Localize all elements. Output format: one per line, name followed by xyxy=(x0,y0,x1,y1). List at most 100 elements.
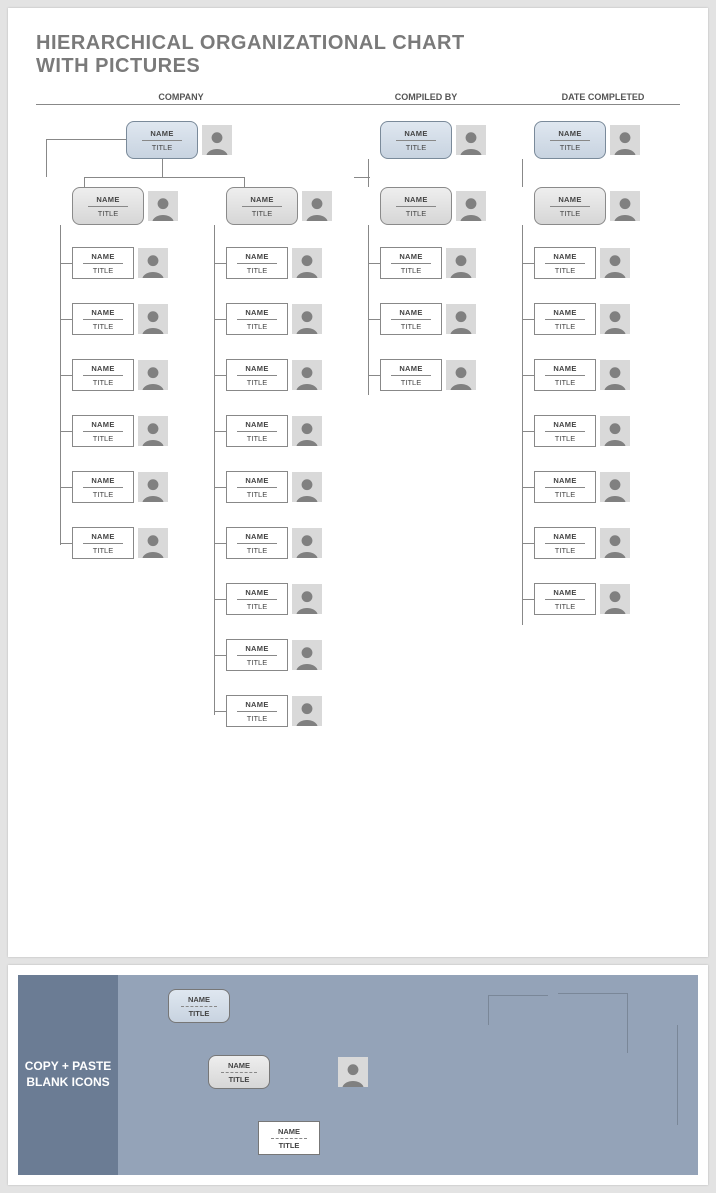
palette-connector[interactable] xyxy=(638,1025,678,1125)
name-label: NAME xyxy=(553,364,576,373)
header-company: COMPANY xyxy=(36,92,326,102)
org-card: NAMETITLE xyxy=(226,639,288,671)
org-card: NAME TITLE xyxy=(226,583,288,615)
org-leaf-node[interactable]: NAMETITLE xyxy=(226,639,322,671)
copy-paste-panel: COPY + PASTE BLANK ICONS NAMETITLE NAMET… xyxy=(18,975,698,1175)
header-date-completed: DATE COMPLETED xyxy=(526,92,680,102)
name-label: NAME xyxy=(553,532,576,541)
org-leaf-node[interactable]: NAME TITLE xyxy=(226,583,322,615)
name-label: NAME xyxy=(91,308,114,317)
title-label: TITLE xyxy=(555,322,575,331)
org-dept-node[interactable]: NAMETITLE xyxy=(72,187,178,225)
title-line-1: HIERARCHICAL ORGANIZATIONAL CHART xyxy=(36,32,680,55)
person-icon xyxy=(202,125,232,155)
org-card: NAME TITLE xyxy=(126,121,198,159)
org-card: NAME TITLE xyxy=(380,247,442,279)
org-card: NAMETITLE xyxy=(226,527,288,559)
org-leaf-node[interactable]: NAMETITLE xyxy=(72,527,168,559)
org-leaf-node[interactable]: NAMETITLE xyxy=(380,303,476,335)
org-leaf-node[interactable]: NAMETITLE xyxy=(72,303,168,335)
org-leaf-node[interactable]: NAME TITLE xyxy=(534,303,630,335)
title-label: TITLE xyxy=(93,378,113,387)
name-label: NAME xyxy=(553,588,576,597)
name-label: NAME xyxy=(245,364,268,373)
page-title: HIERARCHICAL ORGANIZATIONAL CHART WITH P… xyxy=(36,32,680,78)
palette-leaf-card[interactable]: NAMETITLE xyxy=(258,1121,320,1155)
org-card: NAMETITLE xyxy=(534,471,596,503)
org-leaf-node[interactable]: NAME TITLE xyxy=(534,359,630,391)
person-icon xyxy=(138,248,168,278)
org-leaf-node[interactable]: NAMETITLE xyxy=(72,359,168,391)
org-leaf-node[interactable]: NAMETITLE xyxy=(534,583,630,615)
name-label: NAME xyxy=(91,476,114,485)
org-leaf-node[interactable]: NAMETITLE xyxy=(226,471,322,503)
org-card: NAMETITLE xyxy=(380,303,442,335)
org-card: NAME TITLE xyxy=(534,303,596,335)
org-leaf-node[interactable]: NAMETITLE xyxy=(226,359,322,391)
name-label: NAME xyxy=(91,532,114,541)
org-leaf-node[interactable]: NAMETITLE xyxy=(72,415,168,447)
org-leaf-node[interactable]: NAMETITLE xyxy=(72,247,168,279)
org-dept-node[interactable]: NAMETITLE xyxy=(226,187,332,225)
org-leaf-node[interactable]: NAMETITLE xyxy=(534,415,630,447)
title-label: TITLE xyxy=(247,602,267,611)
name-label: NAME xyxy=(91,420,114,429)
org-card: NAMETITLE xyxy=(72,247,134,279)
title-label: TITLE xyxy=(247,546,267,555)
person-icon xyxy=(292,528,322,558)
palette-head-card[interactable]: NAMETITLE xyxy=(168,989,230,1023)
person-icon xyxy=(138,528,168,558)
name-label: NAME xyxy=(399,252,422,261)
palette-person-icon[interactable] xyxy=(338,1057,368,1087)
name-label: NAME xyxy=(245,588,268,597)
title-label: TITLE xyxy=(401,266,421,275)
title-label: TITLE xyxy=(555,378,575,387)
title-label: TITLE xyxy=(93,266,113,275)
org-dept-node[interactable]: NAMETITLE xyxy=(534,187,640,225)
org-dept-node[interactable]: NAMETITLE xyxy=(380,187,486,225)
template-page: HIERARCHICAL ORGANIZATIONAL CHART WITH P… xyxy=(8,8,708,957)
person-icon xyxy=(292,248,322,278)
org-dept-node[interactable]: NAMETITLE xyxy=(380,121,486,159)
person-icon xyxy=(600,584,630,614)
person-icon xyxy=(610,125,640,155)
icon-palette-page: COPY + PASTE BLANK ICONS NAMETITLE NAMET… xyxy=(8,965,708,1185)
palette-connector[interactable] xyxy=(558,993,628,1053)
org-leaf-node[interactable]: NAMETITLE xyxy=(534,247,630,279)
org-leaf-node[interactable]: NAMETITLE xyxy=(380,359,476,391)
org-leaf-node[interactable]: NAME TITLE xyxy=(380,247,476,279)
org-root-node[interactable]: NAME TITLE xyxy=(126,121,232,159)
org-card: NAMETITLE xyxy=(534,527,596,559)
name-label: NAME xyxy=(553,308,576,317)
title-label: TITLE xyxy=(555,266,575,275)
person-icon xyxy=(610,191,640,221)
org-leaf-node[interactable]: NAMETITLE xyxy=(226,695,322,727)
org-card: NAMETITLE xyxy=(226,695,288,727)
palette-connector[interactable] xyxy=(488,995,548,1025)
person-icon xyxy=(600,304,630,334)
org-leaf-node[interactable]: NAMETITLE xyxy=(534,471,630,503)
person-icon xyxy=(456,191,486,221)
org-card: NAMETITLE xyxy=(226,415,288,447)
person-icon xyxy=(600,248,630,278)
org-leaf-node[interactable]: NAMETITLE xyxy=(226,247,322,279)
copy-paste-label: COPY + PASTE BLANK ICONS xyxy=(18,975,118,1175)
org-card: NAMETITLE xyxy=(380,359,442,391)
person-icon xyxy=(292,416,322,446)
org-leaf-node[interactable]: NAMETITLE xyxy=(72,471,168,503)
org-leaf-node[interactable]: NAMETITLE xyxy=(534,527,630,559)
org-leaf-node[interactable]: NAMETITLE xyxy=(226,527,322,559)
org-leaf-node[interactable]: NAMETITLE xyxy=(226,303,322,335)
name-label: NAME xyxy=(150,129,173,138)
person-icon xyxy=(302,191,332,221)
title-label: TITLE xyxy=(247,658,267,667)
person-icon xyxy=(446,360,476,390)
org-dept-node[interactable]: NAMETITLE xyxy=(534,121,640,159)
title-label: TITLE xyxy=(247,714,267,723)
name-label: NAME xyxy=(245,476,268,485)
palette-dept-card[interactable]: NAMETITLE xyxy=(208,1055,270,1089)
person-icon xyxy=(446,248,476,278)
title-label: TITLE xyxy=(152,143,172,152)
person-icon xyxy=(456,125,486,155)
org-leaf-node[interactable]: NAMETITLE xyxy=(226,415,322,447)
